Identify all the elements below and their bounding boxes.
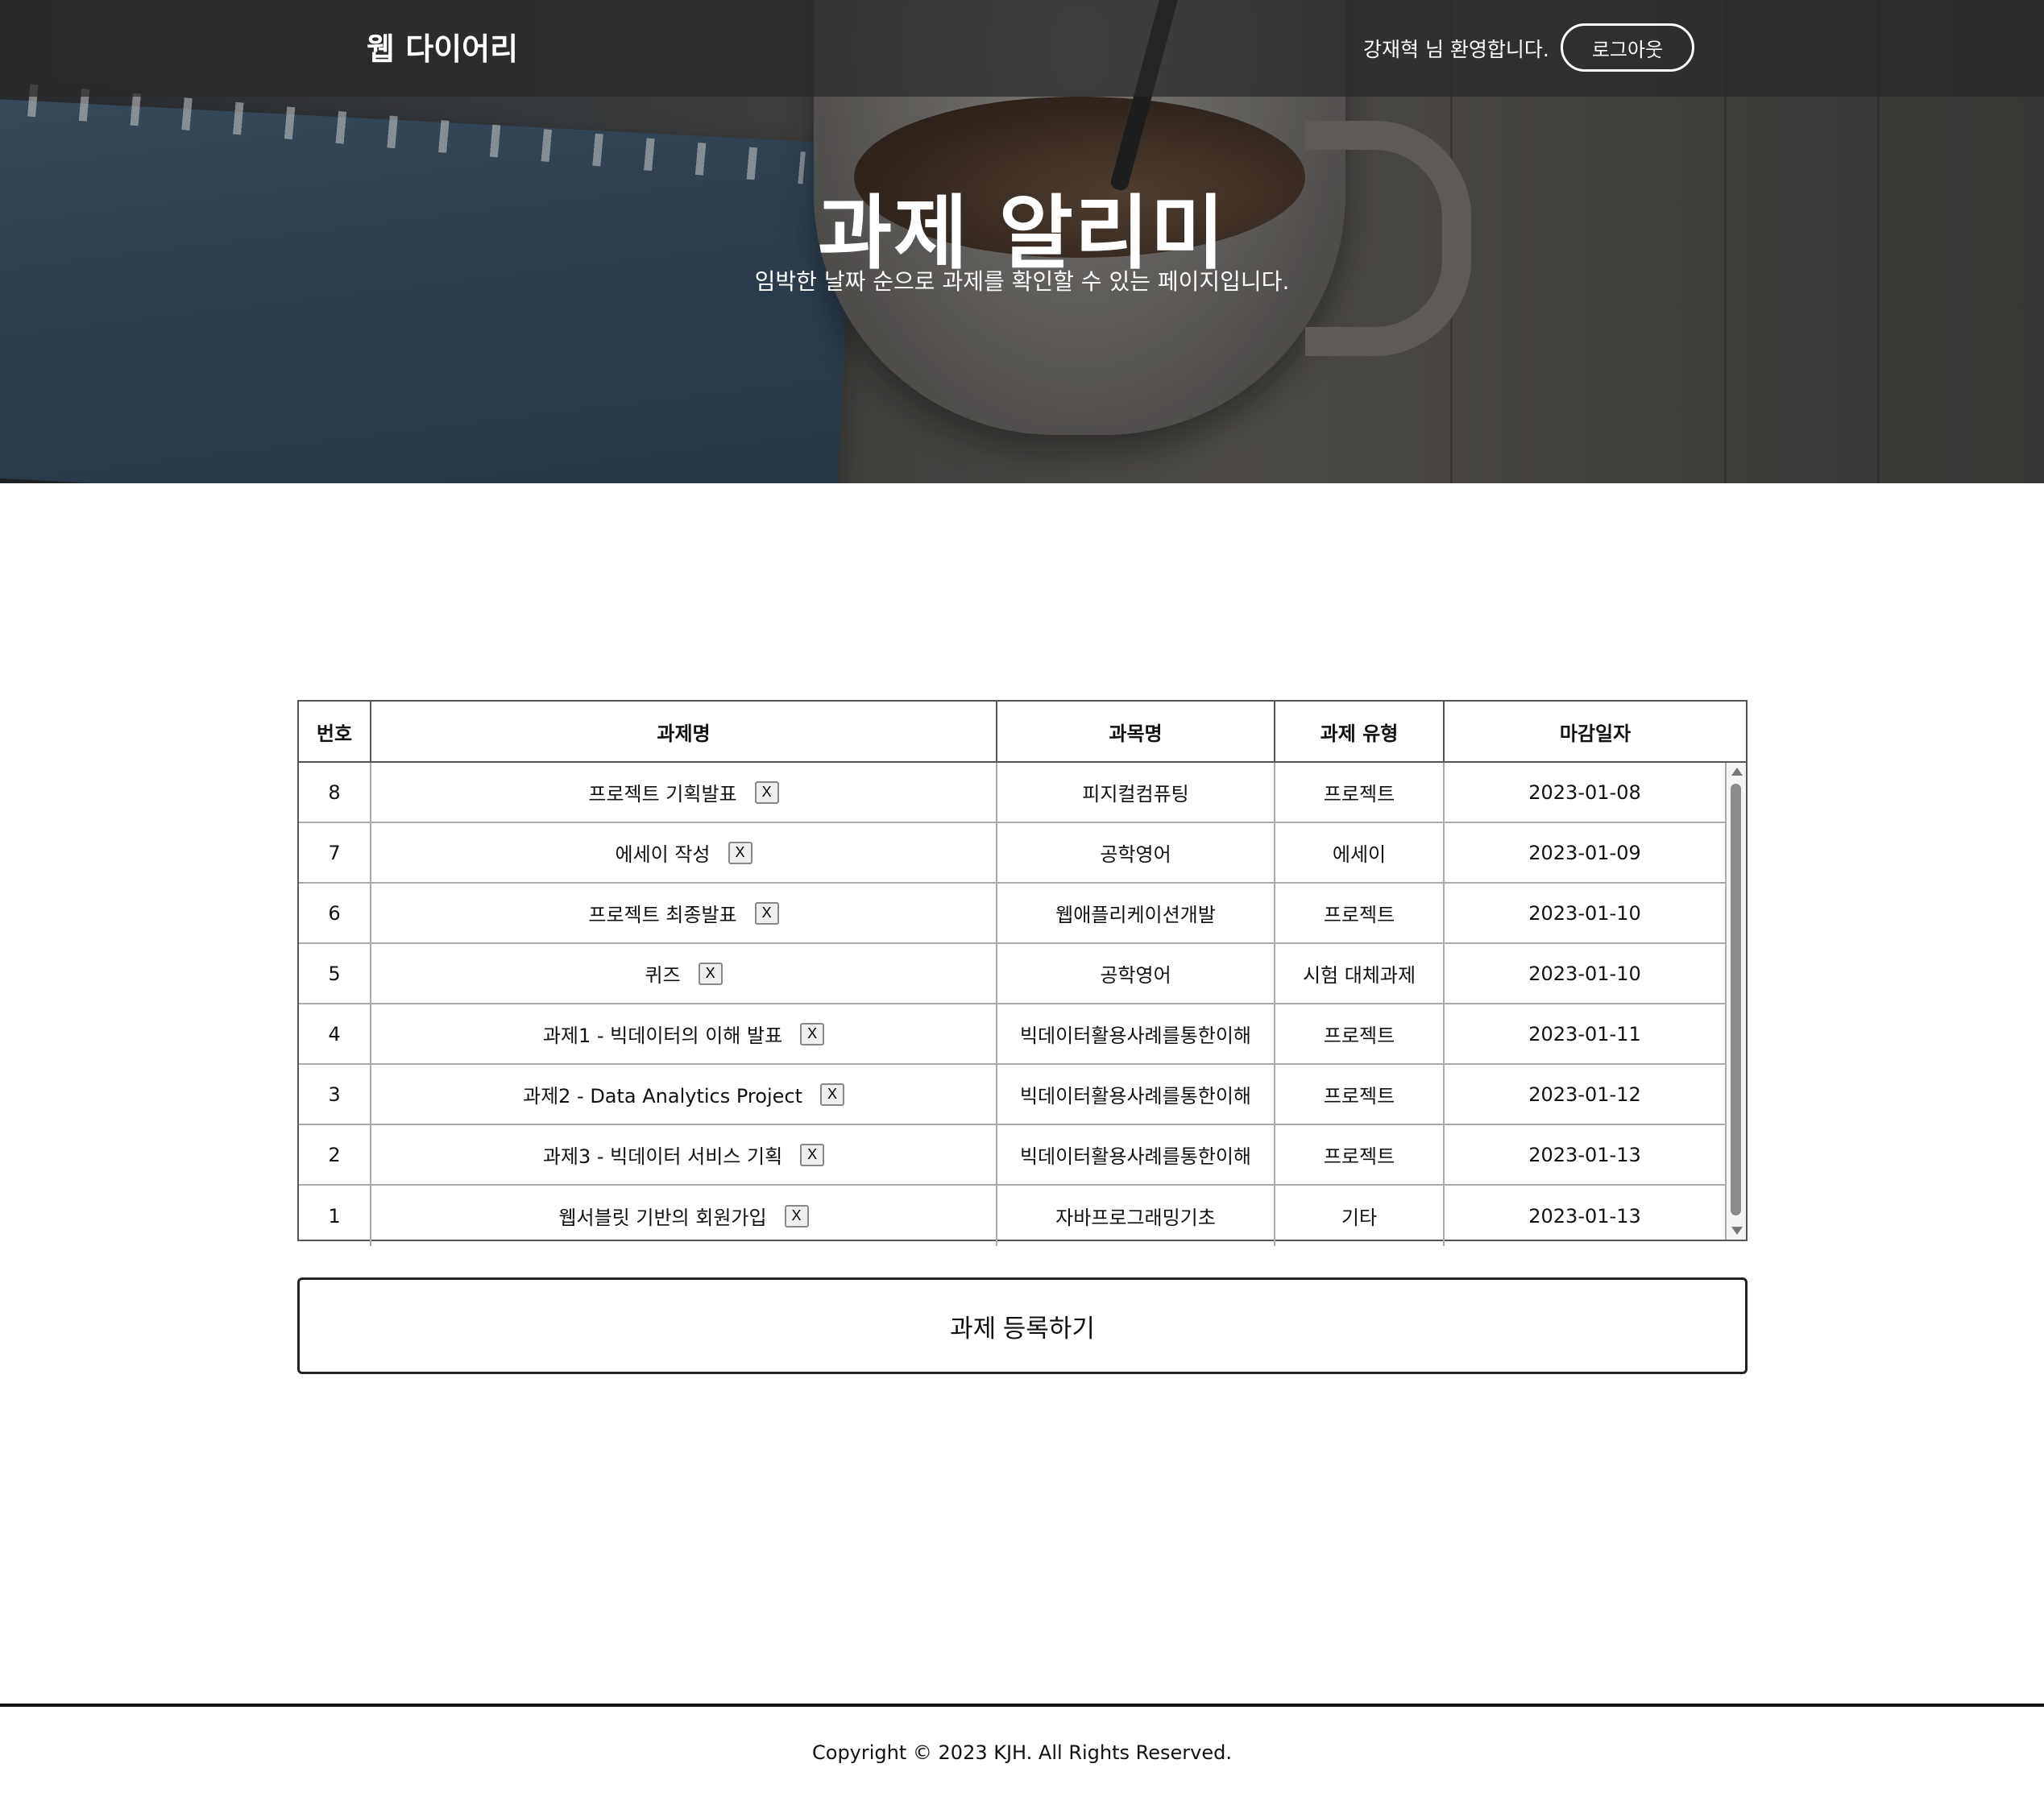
cell-subject: 자바프로그래밍기초 bbox=[997, 1186, 1275, 1246]
delete-button[interactable]: X bbox=[754, 780, 779, 804]
table-row: 5 퀴즈 X 공학영어 시험 대체과제 2023-01-10 bbox=[299, 944, 1725, 1004]
table-row: 8 프로젝트 기획발표 X 피지컬컴퓨팅 프로젝트 2023-01-08 bbox=[299, 763, 1725, 823]
table-row: 2 과제3 - 빅데이터 서비스 기획 X 빅데이터활용사례를통한이해 프로젝트 … bbox=[299, 1125, 1725, 1186]
assignment-name: 과제1 - 빅데이터의 이해 발표 bbox=[542, 1025, 783, 1047]
cell-type: 프로젝트 bbox=[1275, 1065, 1445, 1124]
cell-assignment: 과제3 - 빅데이터 서비스 기획 X bbox=[371, 1125, 997, 1184]
cell-number: 7 bbox=[299, 823, 371, 882]
column-header-number: 번호 bbox=[299, 702, 371, 761]
table-scrollbar[interactable] bbox=[1725, 763, 1746, 1240]
table-row: 4 과제1 - 빅데이터의 이해 발표 X 빅데이터활용사례를통한이해 프로젝트 … bbox=[299, 1004, 1725, 1065]
column-header-assignment: 과제명 bbox=[371, 702, 997, 761]
cell-subject: 공학영어 bbox=[997, 944, 1275, 1003]
table-body: 8 프로젝트 기획발표 X 피지컬컴퓨팅 프로젝트 2023-01-08 7 에세… bbox=[299, 763, 1725, 1246]
assignment-name: 에세이 작성 bbox=[615, 843, 711, 866]
column-header-due-date: 마감일자 bbox=[1559, 722, 1631, 745]
cell-assignment: 과제2 - Data Analytics Project X bbox=[371, 1065, 997, 1124]
cell-number: 5 bbox=[299, 944, 371, 1003]
footer-copyright: Copyright © 2023 KJH. All Rights Reserve… bbox=[812, 1741, 1232, 1764]
assignment-table: 번호 과제명 과목명 과제 유형 마감일자 8 프로젝트 기획발표 X 피지컬컴퓨… bbox=[297, 700, 1748, 1246]
cell-due-date: 2023-01-09 bbox=[1528, 841, 1641, 864]
brand-logo[interactable]: 웹 다이어리 bbox=[367, 24, 518, 68]
delete-button[interactable]: X bbox=[800, 1022, 825, 1045]
cell-assignment: 프로젝트 기획발표 X bbox=[371, 763, 997, 822]
cell-type: 프로젝트 bbox=[1275, 763, 1445, 822]
welcome-text: 강재혁 님 환영합니다. bbox=[1363, 38, 1549, 61]
cell-subject: 빅데이터활용사례를통한이해 bbox=[997, 1065, 1275, 1124]
top-navbar: 웹 다이어리 강재혁 님 환영합니다. 로그아웃 bbox=[0, 0, 2044, 97]
scroll-up-arrow-icon[interactable] bbox=[1731, 768, 1743, 776]
page-subtitle: 임박한 날짜 순으로 과제를 확인할 수 있는 페이지입니다. bbox=[754, 268, 1290, 295]
delete-button[interactable]: X bbox=[820, 1083, 844, 1106]
cell-subject: 공학영어 bbox=[997, 823, 1275, 882]
cell-assignment: 과제1 - 빅데이터의 이해 발표 X bbox=[371, 1004, 997, 1063]
cell-due-date: 2023-01-10 bbox=[1528, 901, 1641, 925]
scroll-down-arrow-icon[interactable] bbox=[1731, 1227, 1743, 1235]
cell-subject: 웹애플리케이션개발 bbox=[997, 884, 1275, 942]
hero-banner: 웹 다이어리 강재혁 님 환영합니다. 로그아웃 과제 알리미 임박한 날짜 순… bbox=[0, 0, 2044, 483]
table-header: 번호 과제명 과목명 과제 유형 마감일자 bbox=[299, 702, 1746, 763]
cell-type: 프로젝트 bbox=[1275, 884, 1445, 942]
cell-assignment: 프로젝트 최종발표 X bbox=[371, 884, 997, 942]
cell-assignment: 퀴즈 X bbox=[371, 944, 997, 1003]
delete-button[interactable]: X bbox=[754, 901, 779, 925]
cell-number: 3 bbox=[299, 1065, 371, 1124]
assignment-name: 퀴즈 bbox=[645, 964, 681, 987]
delete-button[interactable]: X bbox=[728, 841, 753, 864]
delete-button[interactable]: X bbox=[784, 1204, 809, 1228]
cell-subject: 빅데이터활용사례를통한이해 bbox=[997, 1004, 1275, 1063]
table-row: 7 에세이 작성 X 공학영어 에세이 2023-01-09 bbox=[299, 823, 1725, 884]
cell-type: 기타 bbox=[1275, 1186, 1445, 1246]
delete-button[interactable]: X bbox=[698, 962, 723, 985]
cell-due-date: 2023-01-10 bbox=[1528, 962, 1641, 985]
cell-due-date: 2023-01-13 bbox=[1528, 1204, 1641, 1228]
cell-subject: 피지컬컴퓨팅 bbox=[997, 763, 1275, 822]
assignment-name: 프로젝트 기획발표 bbox=[588, 783, 737, 805]
table-row: 6 프로젝트 최종발표 X 웹애플리케이션개발 프로젝트 2023-01-10 bbox=[299, 884, 1725, 944]
footer-divider bbox=[0, 1704, 2044, 1707]
cell-due-date: 2023-01-08 bbox=[1528, 780, 1641, 804]
column-header-type: 과제 유형 bbox=[1275, 702, 1445, 761]
table-row: 3 과제2 - Data Analytics Project X 빅데이터활용사례… bbox=[299, 1065, 1725, 1125]
assignment-name: 웹서블릿 기반의 회원가입 bbox=[558, 1207, 767, 1229]
cell-subject: 빅데이터활용사례를통한이해 bbox=[997, 1125, 1275, 1184]
cell-assignment: 웹서블릿 기반의 회원가입 X bbox=[371, 1186, 997, 1246]
cell-assignment: 에세이 작성 X bbox=[371, 823, 997, 882]
assignment-name: 과제3 - 빅데이터 서비스 기획 bbox=[542, 1145, 783, 1168]
cell-number: 8 bbox=[299, 763, 371, 822]
cell-number: 1 bbox=[299, 1186, 371, 1246]
logout-button[interactable]: 로그아웃 bbox=[1561, 23, 1694, 72]
scrollbar-thumb[interactable] bbox=[1731, 784, 1741, 1215]
assignment-name: 과제2 - Data Analytics Project bbox=[522, 1085, 802, 1108]
cell-type: 프로젝트 bbox=[1275, 1004, 1445, 1063]
cell-number: 2 bbox=[299, 1125, 371, 1184]
cell-type: 에세이 bbox=[1275, 823, 1445, 882]
cell-due-date: 2023-01-12 bbox=[1528, 1083, 1641, 1106]
add-assignment-button[interactable]: 과제 등록하기 bbox=[297, 1277, 1748, 1374]
cell-number: 4 bbox=[299, 1004, 371, 1063]
cell-due-date: 2023-01-13 bbox=[1528, 1143, 1641, 1166]
cell-number: 6 bbox=[299, 884, 371, 942]
cell-type: 프로젝트 bbox=[1275, 1125, 1445, 1184]
table-row: 1 웹서블릿 기반의 회원가입 X 자바프로그래밍기초 기타 2023-01-13 bbox=[299, 1186, 1725, 1246]
column-header-subject: 과목명 bbox=[997, 702, 1275, 761]
assignment-name: 프로젝트 최종발표 bbox=[588, 904, 737, 926]
cell-type: 시험 대체과제 bbox=[1275, 944, 1445, 1003]
cell-due-date: 2023-01-11 bbox=[1528, 1022, 1641, 1045]
delete-button[interactable]: X bbox=[800, 1143, 825, 1166]
